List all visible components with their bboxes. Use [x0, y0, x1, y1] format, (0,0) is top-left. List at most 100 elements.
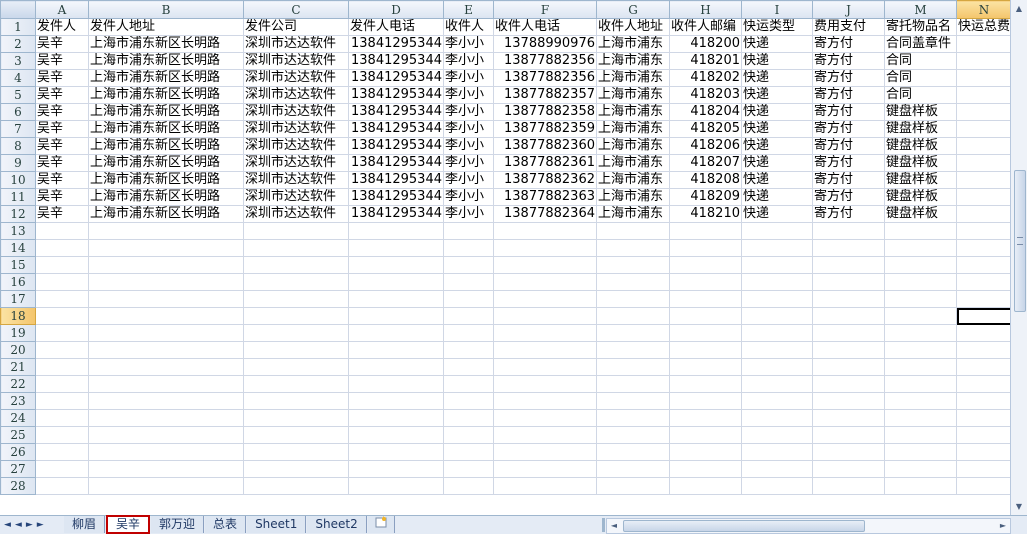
cell[interactable] — [493, 341, 597, 359]
scroll-left-arrow-icon[interactable]: ◄ — [607, 519, 621, 533]
cell[interactable] — [596, 341, 670, 359]
tab-吴辛[interactable]: 吴辛 — [106, 515, 151, 534]
cell[interactable] — [741, 341, 813, 359]
cell[interactable] — [596, 426, 670, 444]
cell[interactable]: 快递 — [741, 52, 813, 70]
cell[interactable]: 快运总费 — [955, 18, 1013, 36]
cell[interactable] — [884, 324, 957, 342]
cell[interactable] — [741, 324, 813, 342]
cell[interactable] — [443, 256, 494, 274]
cell[interactable]: 键盘样板 — [884, 137, 957, 155]
cell[interactable] — [596, 375, 670, 393]
cell[interactable]: 李小小 — [443, 171, 494, 189]
cell[interactable]: 吴辛 — [35, 103, 89, 121]
cell[interactable]: 418210 — [669, 205, 742, 223]
cell[interactable]: 寄方付 — [812, 205, 885, 223]
cell[interactable] — [884, 273, 957, 291]
cell[interactable] — [348, 443, 444, 461]
cell[interactable] — [884, 239, 957, 257]
cell[interactable] — [443, 358, 494, 376]
cell[interactable] — [493, 358, 597, 376]
cell[interactable]: 418205 — [669, 120, 742, 138]
cell[interactable] — [493, 477, 597, 495]
cell[interactable]: 418209 — [669, 188, 742, 206]
cell[interactable] — [35, 392, 89, 410]
cell[interactable]: 吴辛 — [35, 137, 89, 155]
cell[interactable]: 李小小 — [443, 35, 494, 53]
cell[interactable] — [35, 222, 89, 240]
cell[interactable]: 13841295344 — [348, 171, 444, 189]
cell[interactable] — [493, 443, 597, 461]
next-sheet-arrow-icon[interactable]: ► — [26, 520, 37, 530]
row-header[interactable]: 14 — [0, 239, 36, 257]
cell[interactable] — [741, 426, 813, 444]
prev-sheet-arrow-icon[interactable]: ◄ — [15, 520, 26, 530]
cell[interactable]: 合同 — [884, 86, 957, 104]
cell[interactable] — [596, 273, 670, 291]
cell[interactable]: 13841295344 — [348, 69, 444, 87]
cell[interactable]: 13877882358 — [493, 103, 597, 121]
cell[interactable] — [88, 256, 244, 274]
vertical-scrollbar[interactable]: ▲ ▼ — [1010, 0, 1027, 517]
cell[interactable]: 上海市浦东新区长明路 — [88, 120, 244, 138]
cell[interactable] — [884, 409, 957, 427]
cell[interactable] — [669, 443, 742, 461]
cell[interactable] — [243, 443, 349, 461]
cell[interactable] — [348, 324, 444, 342]
cell[interactable] — [812, 341, 885, 359]
cell[interactable] — [741, 256, 813, 274]
cell[interactable] — [741, 307, 813, 325]
cell[interactable]: 寄方付 — [812, 103, 885, 121]
row-header[interactable]: 2 — [0, 35, 36, 53]
cell[interactable]: 上海市浦东新区长明路 — [88, 86, 244, 104]
cell[interactable]: 寄方付 — [812, 120, 885, 138]
cell[interactable]: 快递 — [741, 205, 813, 223]
cell[interactable] — [669, 290, 742, 308]
cell[interactable] — [955, 239, 1013, 257]
cell[interactable]: 寄方付 — [812, 35, 885, 53]
cell[interactable]: 13841295344 — [348, 103, 444, 121]
cell[interactable]: 上海市浦东新区长明路 — [88, 205, 244, 223]
cell[interactable]: 13877882357 — [493, 86, 597, 104]
cell[interactable] — [493, 307, 597, 325]
cell[interactable] — [596, 477, 670, 495]
row-header[interactable]: 4 — [0, 69, 36, 87]
cell[interactable] — [669, 358, 742, 376]
cell[interactable] — [443, 375, 494, 393]
cell[interactable] — [243, 375, 349, 393]
cell[interactable] — [243, 426, 349, 444]
cell[interactable] — [955, 256, 1013, 274]
cell[interactable]: 13877882364 — [493, 205, 597, 223]
cell[interactable] — [812, 222, 885, 240]
cell[interactable]: 吴辛 — [35, 188, 89, 206]
cell[interactable]: 上海市浦东 — [596, 188, 670, 206]
column-header-d[interactable]: D — [348, 0, 444, 19]
cell[interactable] — [884, 222, 957, 240]
cell[interactable] — [955, 103, 1013, 121]
cell[interactable]: 快递 — [741, 188, 813, 206]
cell[interactable] — [596, 409, 670, 427]
cell[interactable]: 吴辛 — [35, 205, 89, 223]
cell[interactable]: 13877882356 — [493, 52, 597, 70]
row-header[interactable]: 25 — [0, 426, 36, 444]
column-header-a[interactable]: A — [35, 0, 89, 19]
cell[interactable]: 418201 — [669, 52, 742, 70]
cell[interactable] — [243, 273, 349, 291]
cell[interactable] — [669, 324, 742, 342]
cell[interactable] — [88, 375, 244, 393]
cell[interactable]: 吴辛 — [35, 86, 89, 104]
cell[interactable]: 吴辛 — [35, 171, 89, 189]
select-all-corner[interactable] — [0, 0, 36, 19]
cell[interactable]: 上海市浦东 — [596, 171, 670, 189]
cell[interactable] — [741, 358, 813, 376]
tab-split-handle[interactable] — [602, 518, 605, 532]
row-header[interactable]: 10 — [0, 171, 36, 189]
cell[interactable]: 深圳市达达软件 — [243, 103, 349, 121]
cell[interactable] — [443, 273, 494, 291]
cell[interactable]: 418206 — [669, 137, 742, 155]
cell[interactable]: 13841295344 — [348, 86, 444, 104]
cell[interactable]: 深圳市达达软件 — [243, 205, 349, 223]
row-header[interactable]: 18 — [0, 307, 36, 325]
cell[interactable]: 深圳市达达软件 — [243, 171, 349, 189]
cell[interactable]: 李小小 — [443, 69, 494, 87]
